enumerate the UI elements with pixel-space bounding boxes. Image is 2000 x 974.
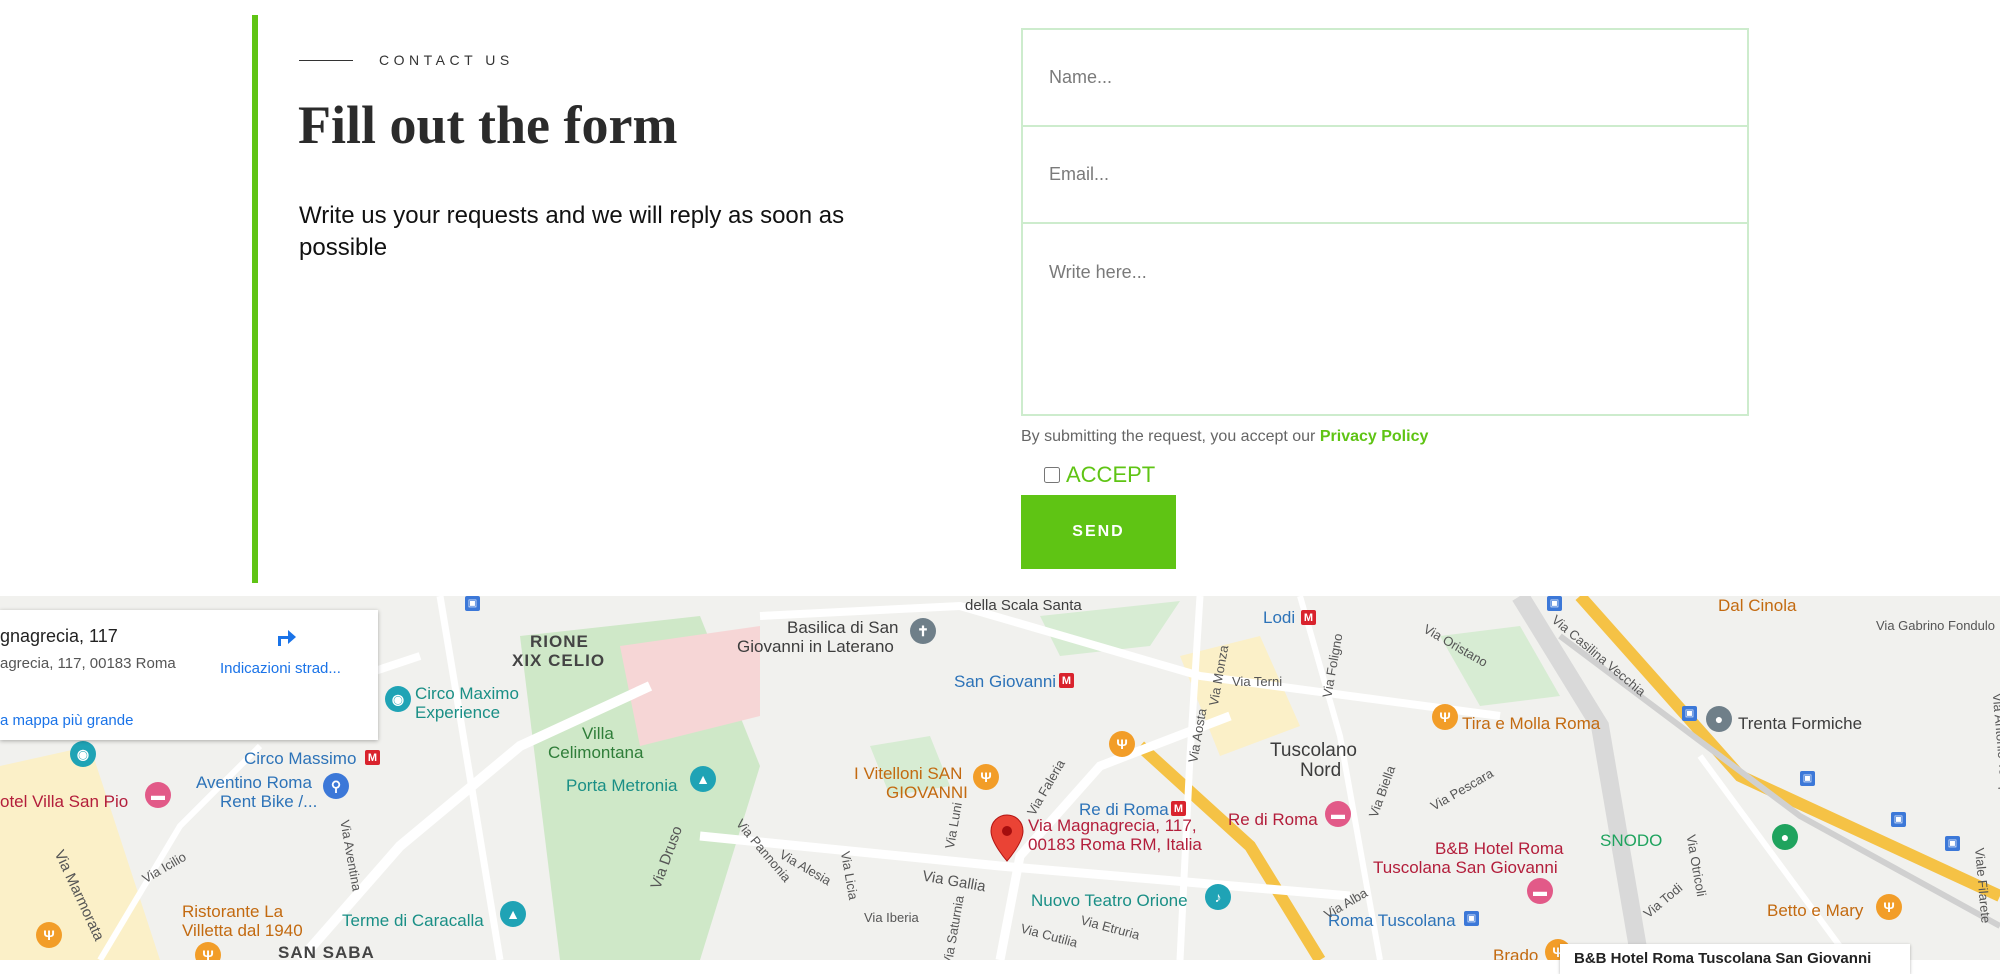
theater-icon[interactable]: ♪ (1205, 884, 1231, 910)
map-label-nuovo-teatro: Nuovo Teatro Orione (1031, 891, 1188, 910)
accept-checkbox-row[interactable]: ACCEPT (1044, 462, 1155, 488)
map-label-bb-hotel-1: B&B Hotel Roma (1435, 839, 1564, 858)
map-label-bb-hotel-2: Tuscolana San Giovanni (1373, 858, 1558, 877)
bigger-map-link[interactable]: a mappa più grande (0, 712, 133, 729)
restaurant-icon[interactable]: Ψ (1109, 731, 1135, 757)
send-button[interactable]: SEND (1021, 495, 1176, 569)
map-label-vitelloni-2: GIOVANNI (886, 783, 968, 802)
map-pin-icon[interactable] (990, 814, 1024, 862)
info-title: gnagrecia, 117 (0, 626, 118, 646)
map-label-trenta-formiche: Trenta Formiche (1738, 714, 1863, 733)
map-label-snodo: SNODO (1600, 831, 1663, 850)
privacy-policy-link[interactable]: Privacy Policy (1320, 428, 1429, 445)
map-label-dal-cinola: Dal Cinola (1718, 596, 1797, 615)
marker-label: Via Magnagrecia, 117, 00183 Roma RM, Ita… (1028, 816, 1202, 854)
metro-icon[interactable]: M (1171, 801, 1186, 816)
eyebrow-line (299, 59, 353, 61)
map-label-terme: Terme di Caracalla (342, 911, 484, 930)
map-label-tira-molla: Tira e Molla Roma (1462, 714, 1601, 733)
marker-label-line2: 00183 Roma RM, Italia (1028, 835, 1202, 854)
map-label-roma-tuscolana: Roma Tuscolana (1328, 911, 1456, 930)
map-label-lodi: Lodi (1263, 608, 1296, 627)
map-label-ristorante-2: Villetta dal 1940 (182, 921, 303, 940)
name-field[interactable] (1021, 28, 1749, 127)
message-field[interactable] (1021, 222, 1749, 416)
bus-icon[interactable]: ▣ (465, 596, 480, 611)
bus-icon[interactable]: ▣ (1682, 706, 1697, 721)
map-label-san-giovanni: San Giovanni (954, 672, 1057, 691)
museum-icon[interactable]: ▲ (500, 901, 526, 927)
bus-icon[interactable]: ▣ (1547, 596, 1562, 611)
section-eyebrow: CONTACT US (299, 52, 514, 68)
map-label-basilica-2: Giovanni in Laterano (737, 637, 894, 656)
restaurant-icon[interactable]: Ψ (36, 922, 62, 948)
directions-link[interactable]: Indicazioni strad... (220, 660, 341, 677)
map-label-brado: Brado (1493, 946, 1539, 960)
map-label-circo-massimo: Circo Massimo (244, 749, 357, 768)
eyebrow-text: CONTACT US (379, 52, 514, 68)
map-label-villa-1: Villa (582, 724, 614, 743)
location-icon[interactable]: ● (1706, 706, 1732, 732)
map-label-rione-2: XIX CELIO (512, 651, 606, 670)
restaurant-icon[interactable]: Ψ (973, 764, 999, 790)
street-via-iberia: Via Iberia (864, 910, 919, 925)
train-icon[interactable]: ▣ (1464, 911, 1479, 926)
map-label-vitelloni-1: I Vitelloni SAN (854, 764, 963, 783)
hotel-icon[interactable]: ▬ (1325, 801, 1351, 827)
accent-bar (252, 15, 258, 583)
map-label-scala-santa: della Scala Santa (965, 597, 1082, 614)
map-label-basilica-1: Basilica di San (787, 618, 899, 637)
contact-form (1021, 28, 1749, 416)
accept-checkbox[interactable] (1044, 467, 1060, 483)
street-via-gabrino: Via Gabrino Fondulo (1876, 618, 1996, 633)
location-icon[interactable]: ● (1772, 824, 1798, 850)
directions-icon[interactable] (274, 624, 300, 650)
info-address: agrecia, 117, 00183 Roma (0, 655, 176, 672)
map-label-aventino-1: Aventino Roma (196, 773, 312, 792)
accept-label: ACCEPT (1066, 462, 1156, 487)
bus-icon[interactable]: ▣ (1800, 771, 1815, 786)
map-label-tuscolano-1: Tuscolano (1270, 740, 1357, 761)
map-label-ristorante-1: Ristorante La (182, 902, 284, 921)
bike-icon[interactable]: ⚲ (323, 773, 349, 799)
page-title: Fill out the form (298, 95, 678, 155)
bus-icon[interactable]: ▣ (1891, 812, 1906, 827)
policy-notice: By submitting the request, you accept ou… (1021, 428, 1428, 446)
camera-icon[interactable]: ◉ (70, 741, 96, 767)
email-field[interactable] (1021, 125, 1749, 224)
metro-icon[interactable]: M (1301, 610, 1316, 625)
camera-icon[interactable]: ◉ (385, 686, 411, 712)
museum-icon[interactable]: ▲ (690, 766, 716, 792)
restaurant-icon[interactable]: Ψ (1432, 704, 1458, 730)
map-label-rione-1: RIONE (530, 632, 589, 651)
contact-subtext: Write us your requests and we will reply… (299, 202, 845, 261)
street-via-terni: Via Terni (1232, 674, 1283, 689)
map-label-betto-mary: Betto e Mary (1767, 901, 1864, 920)
map-label-porta-metronia: Porta Metronia (566, 776, 678, 795)
map-label-circo-exp-2: Experience (415, 703, 501, 722)
map-info-card: gnagrecia, 117 agrecia, 117, 00183 Roma … (0, 610, 378, 740)
map-label-aventino-2: Rent Bike /... (220, 792, 318, 811)
map-bottom-card[interactable]: B&B Hotel Roma Tuscolana San Giovanni (1560, 944, 1910, 974)
policy-text: By submitting the request, you accept ou… (1021, 428, 1316, 445)
map-label-re-di-roma: Re di Roma (1228, 810, 1318, 829)
metro-icon[interactable]: M (365, 750, 380, 765)
restaurant-icon[interactable]: Ψ (1876, 894, 1902, 920)
map-label-hotel-villa: otel Villa San Pio (0, 792, 129, 811)
map-label-tuscolano-2: Nord (1300, 760, 1342, 781)
metro-icon[interactable]: M (1059, 673, 1074, 688)
hotel-icon[interactable]: ▬ (1527, 878, 1553, 904)
marker-label-line1: Via Magnagrecia, 117, (1028, 816, 1197, 835)
hotel-icon[interactable]: ▬ (145, 782, 171, 808)
church-icon[interactable]: ✝ (910, 618, 936, 644)
map-label-circo-exp-1: Circo Maximo (415, 684, 519, 703)
map-label-san-saba: SAN SABA (278, 943, 375, 960)
map-label-villa-2: Celimontana (548, 743, 644, 762)
bus-icon[interactable]: ▣ (1945, 836, 1960, 851)
